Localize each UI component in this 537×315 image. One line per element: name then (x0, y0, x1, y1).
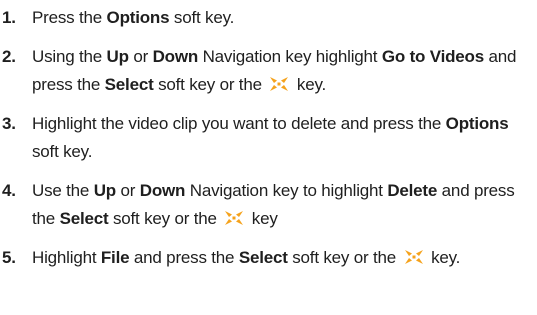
nav-key-icon (224, 207, 244, 225)
step-text: Navigation key highlight (198, 47, 382, 66)
step-text: soft key or the (108, 209, 222, 228)
step-5: 5. Highlight File and press the Select so… (0, 244, 530, 272)
step-text: key. (292, 75, 327, 94)
step-keyword: Down (139, 181, 186, 200)
step-keyword: Select (59, 209, 109, 228)
step-number: 3. (2, 114, 16, 133)
step-text: or (128, 47, 153, 66)
step-3: 3. Highlight the video clip you want to d… (0, 110, 530, 166)
step-text: soft key or the (287, 248, 401, 267)
step-keyword: Up (106, 47, 129, 66)
step-text: or (115, 181, 140, 200)
step-2: 2. Using the Up or Down Navigation key hi… (0, 43, 530, 99)
step-number: 2. (2, 47, 16, 66)
step-keyword: Go to Videos (381, 47, 484, 66)
step-text: soft key or the (153, 75, 267, 94)
step-text: Highlight the video clip you want to del… (32, 114, 446, 133)
step-keyword: File (100, 248, 130, 267)
step-number: 5. (2, 248, 16, 267)
step-4: 4. Use the Up or Down Navigation key to h… (0, 177, 530, 233)
step-text: key. (426, 248, 461, 267)
step-keyword: Options (445, 114, 509, 133)
step-text: Highlight (32, 248, 101, 267)
step-text: Use the (32, 181, 94, 200)
step-text: Navigation key to highlight (185, 181, 388, 200)
step-1: 1. Press the Options soft key. (0, 4, 530, 32)
instruction-steps: 1. Press the Options soft key. 2. Using the… (0, 4, 530, 283)
nav-key-icon (269, 73, 289, 91)
step-text: soft key. (169, 8, 235, 27)
step-text: Press the (32, 8, 107, 27)
step-keyword: Options (106, 8, 170, 27)
step-number: 4. (2, 181, 16, 200)
step-text: soft key. (32, 142, 93, 161)
step-number: 1. (2, 8, 16, 27)
step-keyword: Select (104, 75, 154, 94)
step-keyword: Delete (387, 181, 438, 200)
step-keyword: Down (152, 47, 199, 66)
step-keyword: Select (238, 248, 288, 267)
step-keyword: Up (93, 181, 116, 200)
step-text: key (247, 209, 278, 228)
nav-key-icon (404, 246, 424, 264)
step-text: Using the (32, 47, 107, 66)
step-text: and press the (129, 248, 239, 267)
